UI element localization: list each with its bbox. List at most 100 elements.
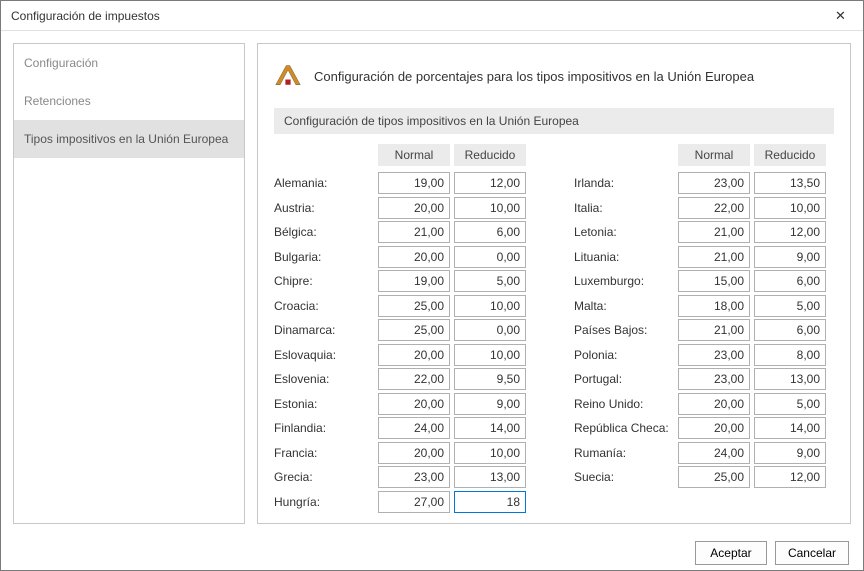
normal-input[interactable] bbox=[378, 221, 450, 243]
reducido-input[interactable] bbox=[754, 393, 826, 415]
tax-grid: NormalReducidoAlemania:Austria:Bélgica:B… bbox=[274, 144, 834, 515]
tax-row: Lituania: bbox=[574, 246, 834, 268]
reducido-input[interactable] bbox=[454, 344, 526, 366]
reducido-input[interactable] bbox=[454, 172, 526, 194]
tax-config-dialog: Configuración de impuestos ✕ Configuraci… bbox=[0, 0, 864, 571]
normal-input[interactable] bbox=[378, 442, 450, 464]
reducido-input[interactable] bbox=[754, 172, 826, 194]
country-label: Países Bajos: bbox=[574, 319, 674, 341]
normal-input[interactable] bbox=[378, 344, 450, 366]
reducido-input[interactable] bbox=[754, 466, 826, 488]
reducido-input[interactable] bbox=[754, 295, 826, 317]
reducido-input[interactable] bbox=[754, 221, 826, 243]
sidebar-item[interactable]: Retenciones bbox=[14, 82, 244, 120]
normal-input[interactable] bbox=[678, 172, 750, 194]
normal-input[interactable] bbox=[678, 442, 750, 464]
tax-row: Suecia: bbox=[574, 466, 834, 488]
normal-input[interactable] bbox=[378, 270, 450, 292]
tax-column-left: NormalReducido Alemania: Austria:Bélgica: B… bbox=[274, 144, 534, 515]
tax-row: Reino Unido: bbox=[574, 393, 834, 415]
reducido-input[interactable] bbox=[454, 270, 526, 292]
tax-row: Italia: bbox=[574, 197, 834, 219]
tax-row: Hungría: bbox=[274, 491, 534, 513]
reducido-input[interactable] bbox=[454, 221, 526, 243]
normal-input[interactable] bbox=[678, 393, 750, 415]
normal-input[interactable] bbox=[678, 246, 750, 268]
column-headers: NormalReducido bbox=[574, 144, 834, 166]
tax-column-right: NormalReducidoIrlanda:Italia:Letonia:Lit… bbox=[574, 144, 834, 515]
sidebar: ConfiguraciónRetencionesTipos impositivo… bbox=[13, 43, 245, 524]
reducido-input[interactable] bbox=[754, 246, 826, 268]
country-label: Malta: bbox=[574, 295, 674, 317]
reducido-input[interactable] bbox=[754, 197, 826, 219]
reducido-input[interactable] bbox=[754, 417, 826, 439]
reducido-input[interactable] bbox=[454, 442, 526, 464]
accept-button[interactable]: Aceptar bbox=[695, 541, 767, 565]
tax-row: Eslovenia: bbox=[274, 368, 534, 390]
reducido-input[interactable] bbox=[454, 417, 526, 439]
normal-input[interactable] bbox=[678, 344, 750, 366]
normal-input[interactable] bbox=[378, 319, 450, 341]
tax-row: Rumanía: bbox=[574, 442, 834, 464]
header-reducido: Reducido bbox=[454, 144, 526, 166]
country-label: República Checa: bbox=[574, 417, 674, 439]
tax-row: Malta: bbox=[574, 295, 834, 317]
normal-input[interactable] bbox=[678, 466, 750, 488]
tax-row: República Checa: bbox=[574, 417, 834, 439]
reducido-input[interactable] bbox=[754, 270, 826, 292]
normal-input[interactable] bbox=[678, 368, 750, 390]
country-label: Lituania: bbox=[574, 246, 674, 268]
normal-input[interactable] bbox=[378, 197, 450, 219]
country-label: Bulgaria: bbox=[274, 246, 374, 268]
normal-input[interactable] bbox=[378, 417, 450, 439]
normal-input[interactable] bbox=[678, 295, 750, 317]
reducido-input[interactable] bbox=[454, 466, 526, 488]
normal-input[interactable] bbox=[378, 466, 450, 488]
reducido-input[interactable] bbox=[454, 491, 526, 513]
reducido-input[interactable] bbox=[454, 319, 526, 341]
reducido-input[interactable] bbox=[454, 246, 526, 268]
normal-input[interactable] bbox=[378, 246, 450, 268]
normal-input[interactable] bbox=[678, 270, 750, 292]
sub-title: Configuración de tipos impositivos en la… bbox=[274, 108, 834, 134]
normal-input[interactable] bbox=[678, 417, 750, 439]
reducido-input[interactable] bbox=[454, 393, 526, 415]
cancel-button[interactable]: Cancelar bbox=[775, 541, 849, 565]
sidebar-item[interactable]: Configuración bbox=[14, 44, 244, 82]
header-reducido: Reducido bbox=[754, 144, 826, 166]
normal-input[interactable] bbox=[678, 221, 750, 243]
reducido-input[interactable] bbox=[754, 344, 826, 366]
main-title: Configuración de porcentajes para los ti… bbox=[314, 69, 754, 84]
tax-row: Luxemburgo: bbox=[574, 270, 834, 292]
normal-input[interactable] bbox=[678, 319, 750, 341]
reducido-input[interactable] bbox=[454, 368, 526, 390]
normal-input[interactable] bbox=[378, 368, 450, 390]
country-label: Luxemburgo: bbox=[574, 270, 674, 292]
country-label: Dinamarca: bbox=[274, 319, 374, 341]
normal-input[interactable] bbox=[378, 393, 450, 415]
tax-row: Austria: bbox=[274, 197, 534, 219]
reducido-input[interactable] bbox=[454, 197, 526, 219]
titlebar: Configuración de impuestos ✕ bbox=[1, 1, 863, 31]
normal-input[interactable] bbox=[378, 172, 450, 194]
reducido-input[interactable] bbox=[754, 368, 826, 390]
country-label: Finlandia: bbox=[274, 417, 374, 439]
reducido-input[interactable] bbox=[454, 295, 526, 317]
normal-input[interactable] bbox=[378, 295, 450, 317]
country-label: Hungría: bbox=[274, 491, 374, 513]
country-label: Bélgica: bbox=[274, 221, 374, 243]
country-label: Alemania: bbox=[274, 172, 374, 194]
sidebar-item[interactable]: Tipos impositivos en la Unión Europea bbox=[14, 120, 244, 158]
country-label: Chipre: bbox=[274, 270, 374, 292]
window-title: Configuración de impuestos bbox=[11, 9, 818, 23]
tax-row: Dinamarca: bbox=[274, 319, 534, 341]
normal-input[interactable] bbox=[378, 491, 450, 513]
header-normal: Normal bbox=[378, 144, 450, 166]
reducido-input[interactable] bbox=[754, 319, 826, 341]
country-label: Estonia: bbox=[274, 393, 374, 415]
normal-input[interactable] bbox=[678, 197, 750, 219]
close-button[interactable]: ✕ bbox=[818, 1, 863, 30]
agencia-tributaria-icon bbox=[274, 62, 302, 90]
reducido-input[interactable] bbox=[754, 442, 826, 464]
tax-row: Polonia: bbox=[574, 344, 834, 366]
